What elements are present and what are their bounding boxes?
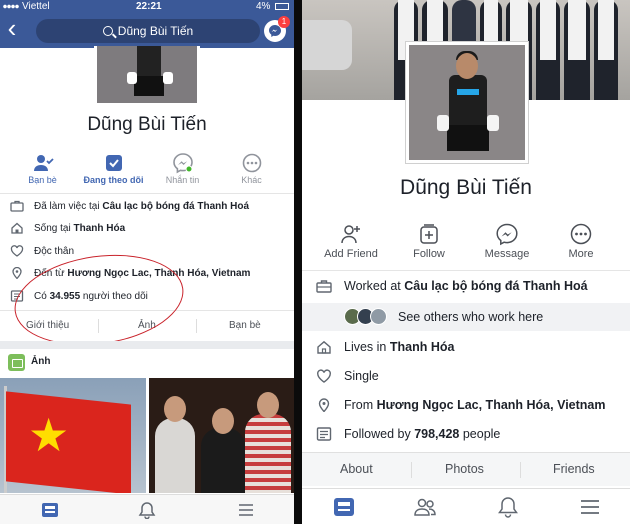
signal-icon xyxy=(3,4,19,9)
add-friend-icon xyxy=(341,225,360,244)
lives-prefix: Sống tại xyxy=(34,223,74,234)
notifications-bell-icon[interactable] xyxy=(137,501,157,519)
followers-suffix: people xyxy=(459,427,501,441)
followers-count: 798,428 xyxy=(414,427,460,441)
more-icon xyxy=(242,153,261,173)
photos-section-title: Ảnh xyxy=(31,356,51,367)
status-bar: Viettel 22:21 4% xyxy=(0,0,294,14)
search-text: Dũng Bùi Tiến xyxy=(117,24,194,38)
panel-divider xyxy=(294,0,302,524)
more-label: Khác xyxy=(241,175,262,185)
location-pin-icon xyxy=(318,398,330,412)
section-gap xyxy=(0,341,294,349)
left-phone-screenshot: Viettel 22:21 4% ‹ Dũng Bùi Tiến 1 Dũng … xyxy=(0,0,294,524)
menu-icon[interactable] xyxy=(236,501,256,519)
carrier-label: Viettel xyxy=(22,1,50,12)
status-time: 22:21 xyxy=(136,1,162,12)
briefcase-icon xyxy=(316,280,332,293)
work-place-link[interactable]: Câu lạc bộ bóng đá Thanh Hoá xyxy=(404,279,587,293)
profile-name: Dũng Bùi Tiến xyxy=(400,176,532,199)
tab-photos[interactable]: Photos xyxy=(445,462,484,476)
bottom-tab-bar xyxy=(302,488,630,524)
see-others-row[interactable]: See others who work here xyxy=(302,303,630,331)
photos-icon xyxy=(8,354,25,371)
followers-prefix: Followed by xyxy=(344,427,415,441)
message-label: Nhắn tin xyxy=(165,175,200,185)
divider xyxy=(0,193,294,194)
message-label: Message xyxy=(484,248,530,260)
more-button[interactable]: Khác xyxy=(215,152,288,185)
lives-place-link[interactable]: Thanh Hóa xyxy=(73,223,125,234)
photo-thumbnail-flag[interactable]: ★ xyxy=(0,378,146,493)
left-top-bar: Viettel 22:21 4% ‹ Dũng Bùi Tiến 1 xyxy=(0,0,294,48)
heart-icon xyxy=(10,245,24,257)
tab-friends[interactable]: Friends xyxy=(553,462,595,476)
battery-icon xyxy=(275,3,289,10)
message-button[interactable]: Nhắn tin xyxy=(146,152,219,185)
menu-icon[interactable] xyxy=(578,496,602,518)
messenger-icon xyxy=(172,153,193,174)
avatar xyxy=(370,308,387,325)
bottom-tab-bar xyxy=(0,494,294,524)
work-place-link[interactable]: Câu lạc bộ bóng đá Thanh Hoá xyxy=(102,201,249,212)
follow-button[interactable]: Follow xyxy=(388,222,470,260)
work-prefix: Đã làm việc tại xyxy=(34,201,103,212)
friends-label: Bạn bè xyxy=(28,175,57,185)
tab-friends[interactable]: Bạn bè xyxy=(229,320,261,331)
back-chevron-icon[interactable]: ‹ xyxy=(0,13,24,47)
message-button[interactable]: Message xyxy=(466,222,548,260)
profile-picture[interactable] xyxy=(94,46,200,106)
following-button[interactable]: Đang theo dõi xyxy=(77,152,150,185)
right-phone-screenshot: Dũng Bùi Tiến Add Friend Follow Message … xyxy=(302,0,630,524)
add-friend-button[interactable]: Add Friend xyxy=(310,222,392,260)
following-icon xyxy=(105,155,122,171)
home-icon xyxy=(11,222,23,234)
search-icon xyxy=(102,26,113,36)
messenger-icon xyxy=(496,223,518,246)
profile-tabs: About Photos Friends xyxy=(302,452,630,486)
following-label: Đang theo dõi xyxy=(83,175,144,185)
friends-button[interactable]: Bạn bè xyxy=(6,152,79,185)
followers-icon xyxy=(316,427,332,441)
add-friend-label: Add Friend xyxy=(324,248,378,260)
follow-label: Follow xyxy=(413,248,445,260)
photos-section-header[interactable]: Ảnh xyxy=(0,349,294,377)
news-feed-icon[interactable] xyxy=(332,496,356,518)
heart-icon xyxy=(317,369,331,383)
notifications-bell-icon[interactable] xyxy=(496,496,520,518)
lives-prefix: Lives in xyxy=(344,340,390,354)
divider xyxy=(302,270,630,271)
notification-badge: 1 xyxy=(278,16,290,28)
from-place-link[interactable]: Hương Ngọc Lac, Thanh Hóa, Vietnam xyxy=(377,398,606,412)
photo-thumbnail-group[interactable] xyxy=(149,378,294,493)
see-others-text[interactable]: See others who work here xyxy=(398,310,543,324)
search-bar[interactable]: Dũng Bùi Tiến xyxy=(36,19,260,43)
news-feed-icon[interactable] xyxy=(40,501,60,519)
profile-actions: Add Friend Follow Message More xyxy=(302,222,630,264)
lives-place-link[interactable]: Thanh Hóa xyxy=(390,340,455,354)
profile-actions: Bạn bè Đang theo dõi Nhắn tin Khác xyxy=(0,152,294,190)
home-icon xyxy=(317,340,331,354)
follow-icon xyxy=(420,224,438,244)
friend-requests-icon[interactable] xyxy=(413,496,437,518)
friends-icon xyxy=(33,155,54,171)
profile-picture[interactable] xyxy=(405,41,529,164)
more-label: More xyxy=(568,248,594,260)
relationship-text: Độc thân xyxy=(34,246,75,257)
battery-percent: 4% xyxy=(256,1,271,12)
more-button[interactable]: More xyxy=(540,222,622,260)
more-icon xyxy=(570,223,592,245)
tab-about[interactable]: About xyxy=(340,462,373,476)
profile-name: Dũng Bùi Tiến xyxy=(87,114,207,135)
briefcase-icon xyxy=(10,200,24,212)
from-prefix: From xyxy=(344,398,377,412)
work-prefix: Worked at xyxy=(344,279,405,293)
location-pin-icon xyxy=(12,267,22,279)
relationship-text: Single xyxy=(344,369,379,383)
